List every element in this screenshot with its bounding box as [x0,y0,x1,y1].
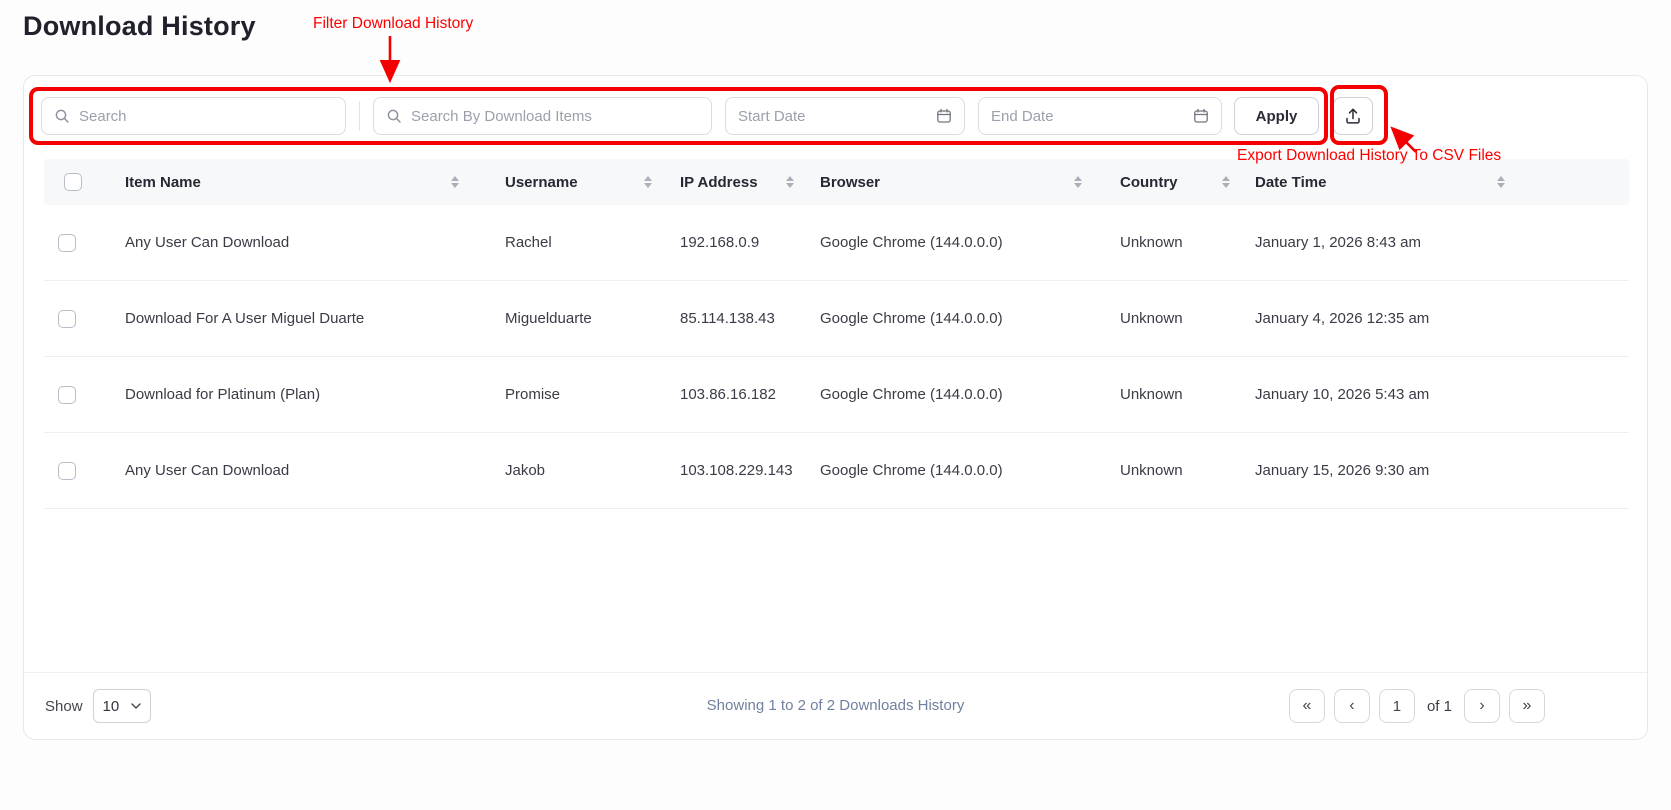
current-page-button[interactable]: 1 [1378,689,1415,723]
select-all-cell [44,159,111,205]
column-label: Date Time [1255,173,1327,191]
downloads-table: Item Name Username IP Address Browser Co… [44,159,1629,509]
search-items-field[interactable] [373,97,712,135]
per-page-select[interactable]: 10 [92,689,151,723]
filter-divider [359,101,360,131]
start-date-input[interactable] [738,107,927,125]
cell-country: Unknown [1120,234,1183,251]
sort-icon[interactable] [786,176,794,188]
column-label: Browser [820,173,881,191]
cell-date-time: January 10, 2026 5:43 am [1255,386,1430,403]
row-checkbox-cell [44,233,111,252]
annotation-filter-label: Filter Download History [313,15,474,32]
table-row: Any User Can Download Jakob 103.108.229.… [44,433,1629,509]
cell-date-time: January 1, 2026 8:43 am [1255,234,1421,251]
cell-username: Jakob [505,462,546,479]
show-label: Show [45,697,83,715]
cell-ip-address: 103.108.229.143 [680,462,793,479]
cell-country: Unknown [1120,386,1183,403]
row-checkbox-cell [44,461,111,480]
export-csv-button[interactable] [1333,97,1373,135]
show-per-page: Show 10 [45,689,151,723]
pagination: « ‹ 1 of 1 › » [1288,689,1545,723]
search-icon [386,108,402,124]
next-page-button[interactable]: › [1464,689,1500,723]
results-summary: Showing 1 to 2 of 2 Downloads History [706,697,965,714]
end-date-input[interactable] [991,107,1184,125]
cell-item-name: Download For A User Miguel Duarte [125,310,365,327]
table-footer: Show 10 Showing 1 to 2 of 2 Downloads Hi… [24,672,1647,739]
select-all-checkbox[interactable] [64,173,82,191]
column-label: IP Address [680,173,758,191]
calendar-icon [936,108,952,124]
annotation-export-label: Export Download History To CSV Files [1237,147,1502,164]
cell-username: Rachel [505,234,552,251]
row-checkbox-cell [44,385,111,404]
search-icon [54,108,70,124]
cell-browser: Google Chrome (144.0.0.0) [820,462,1003,479]
chevron-down-icon [130,703,141,709]
cell-item-name: Any User Can Download [125,234,290,251]
column-label: Country [1120,173,1178,191]
sort-icon[interactable] [644,176,652,188]
per-page-value: 10 [102,697,120,715]
cell-ip-address: 85.114.138.43 [680,310,775,327]
page-of-label: of 1 [1426,697,1452,715]
search-input[interactable] [79,107,333,125]
column-header-username[interactable]: Username [491,159,666,205]
end-date-field[interactable] [978,97,1222,135]
column-label: Item Name [125,173,201,191]
column-header-country[interactable]: Country [1106,159,1241,205]
cell-ip-address: 103.86.16.182 [680,386,776,403]
cell-browser: Google Chrome (144.0.0.0) [820,234,1003,251]
cell-ip-address: 192.168.0.9 [680,234,760,251]
cell-browser: Google Chrome (144.0.0.0) [820,386,1003,403]
cell-item-name: Download for Platinum (Plan) [125,386,321,403]
sort-icon[interactable] [451,176,459,188]
row-checkbox[interactable] [58,233,76,252]
download-history-page: Download History Search Search By Downlo… [0,0,1671,810]
start-date-field[interactable] [725,97,965,135]
table-row: Download for Platinum (Plan) Promise 103… [44,357,1629,433]
first-page-button[interactable]: « [1288,689,1325,723]
export-icon [1344,107,1362,125]
cell-item-name: Any User Can Download [125,462,290,479]
page-title: Download History [23,11,256,41]
row-checkbox[interactable] [58,309,76,328]
column-header-date-time[interactable]: Date Time [1241,159,1629,205]
cell-country: Unknown [1120,462,1183,479]
search-field[interactable] [41,97,346,135]
search-items-input[interactable] [411,107,699,125]
cell-username: Promise [505,386,561,403]
last-page-button[interactable]: » [1509,689,1545,723]
sort-icon[interactable] [1222,176,1230,188]
apply-button[interactable]: Apply [1234,97,1319,135]
table-row: Download For A User Miguel Duarte Miguel… [44,281,1629,357]
row-checkbox-cell [44,309,111,328]
column-header-browser[interactable]: Browser [806,159,1106,205]
column-header-item-name[interactable]: Item Name [111,159,491,205]
table-header-row: Item Name Username IP Address Browser Co… [44,159,1629,205]
sort-icon[interactable] [1074,176,1082,188]
download-history-card: Apply Item Name Username IP Address Brow… [23,75,1648,740]
table-row: Any User Can Download Rachel 192.168.0.9… [44,205,1629,281]
column-label: Username [505,173,578,191]
cell-date-time: January 15, 2026 9:30 am [1255,462,1430,479]
cell-username: Miguelduarte [505,310,592,327]
cell-browser: Google Chrome (144.0.0.0) [820,310,1003,327]
row-checkbox[interactable] [58,461,76,480]
cell-date-time: January 4, 2026 12:35 am [1255,310,1430,327]
column-header-ip-address[interactable]: IP Address [666,159,806,205]
sort-icon[interactable] [1497,176,1505,188]
cell-country: Unknown [1120,310,1183,327]
prev-page-button[interactable]: ‹ [1333,689,1370,723]
calendar-icon [1193,108,1209,124]
row-checkbox[interactable] [58,385,76,404]
